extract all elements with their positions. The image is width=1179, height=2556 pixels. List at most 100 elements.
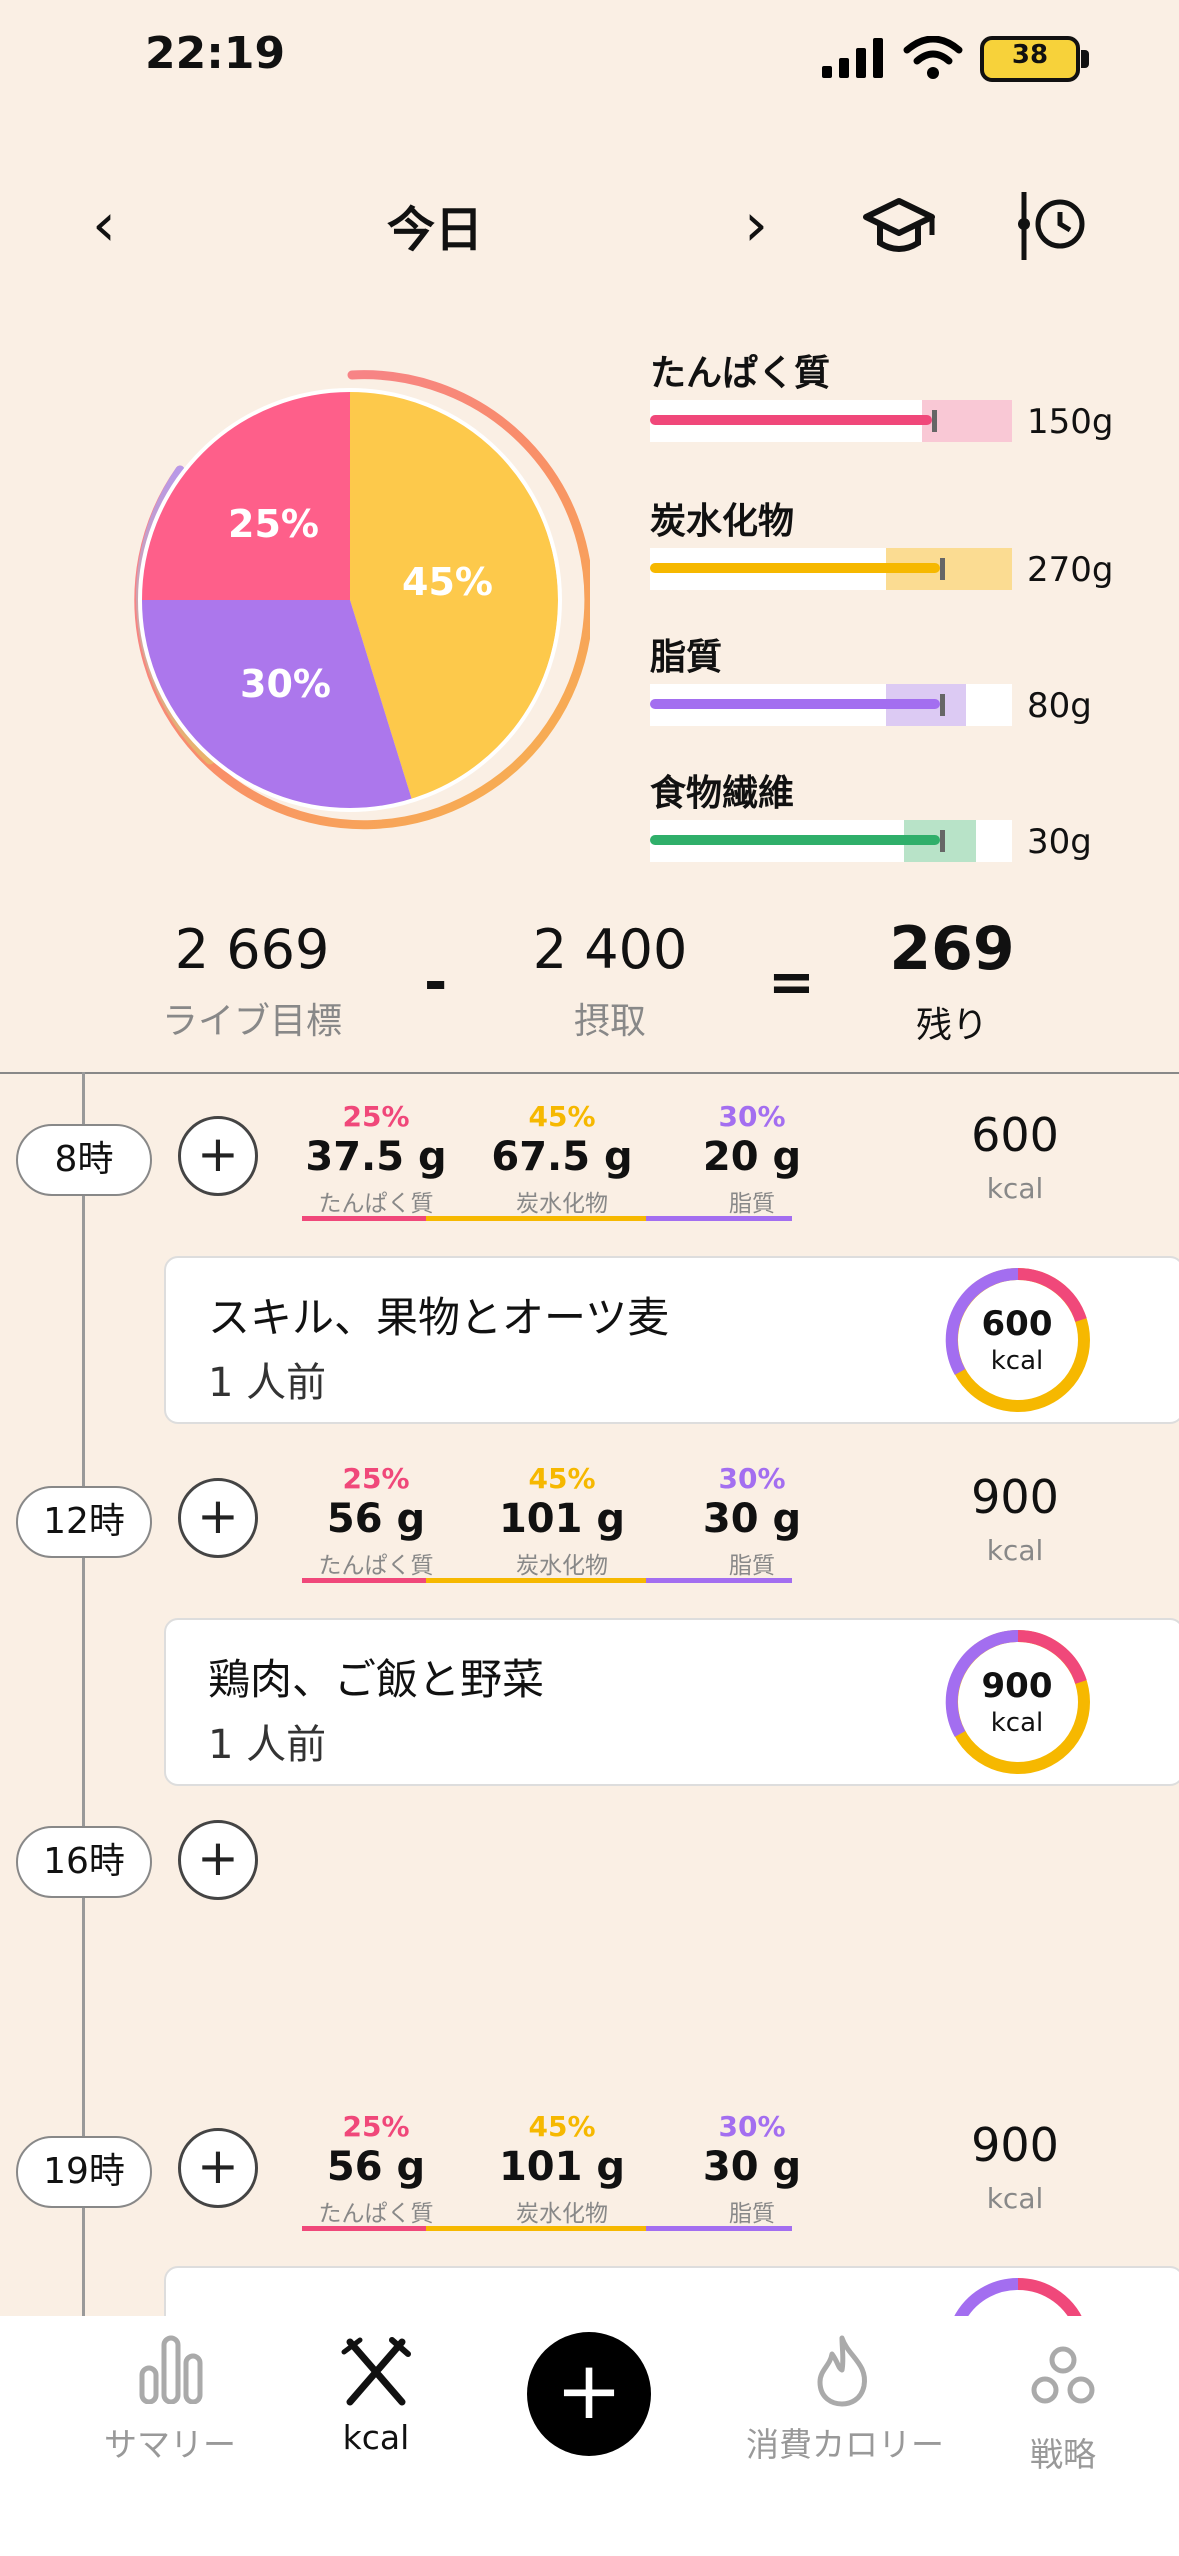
- goal-value: 2 669: [174, 918, 330, 981]
- pie-label-fat: 30%: [240, 662, 331, 706]
- fat-label: 脂質: [729, 2201, 775, 2227]
- battery-icon: 38: [980, 36, 1090, 84]
- pie-slice-protein: [140, 390, 350, 600]
- fat-pct: 30%: [718, 2110, 786, 2143]
- protein-grams: 56 g: [326, 1496, 426, 1542]
- meal-kcal: 900: [971, 2118, 1059, 2172]
- macro-bar-fiber: [650, 820, 1012, 862]
- carbs-grams: 101 g: [498, 1496, 626, 1542]
- protein-pct: 25%: [342, 1100, 410, 1133]
- fat-underline: [646, 1216, 792, 1221]
- timeline-line: [82, 1072, 85, 2322]
- remaining-label: 残り: [915, 1005, 988, 1046]
- graduation-cap-icon[interactable]: [862, 195, 936, 259]
- ring-kcal: 600: [981, 1304, 1053, 1344]
- ring-kcal-unit: kcal: [990, 1346, 1044, 1376]
- macro-bar-carbs: [650, 548, 1012, 590]
- equals-sign: =: [768, 950, 815, 1015]
- protein-underline: [302, 1216, 426, 1221]
- protein-pct: 25%: [342, 2110, 410, 2143]
- carbs-grams: 67.5 g: [491, 1134, 633, 1180]
- macro-value-protein: 150g: [1027, 402, 1114, 442]
- hour-pill-19: 19時: [16, 2136, 152, 2208]
- hour-pill-16: 16時: [16, 1826, 152, 1898]
- pie-label-carbs: 45%: [402, 560, 493, 604]
- protein-pct: 25%: [342, 1462, 410, 1495]
- carbs-pct: 45%: [528, 1462, 596, 1495]
- protein-label: たんぱく質: [318, 2201, 434, 2227]
- macro-pie-chart: [134, 370, 590, 830]
- add-meal-button-16[interactable]: +: [178, 1820, 258, 1900]
- chevron-right-icon[interactable]: ›: [744, 190, 768, 260]
- fork-knife-icon[interactable]: [340, 2336, 412, 2408]
- carbs-grams: 101 g: [498, 2144, 626, 2190]
- meal-kcal-unit: kcal: [986, 1172, 1044, 1205]
- nav-kcal-label[interactable]: kcal: [316, 2418, 436, 2457]
- signal-icon: [822, 38, 883, 78]
- divider: [0, 1072, 1179, 1074]
- fat-pct: 30%: [718, 1100, 786, 1133]
- intake-value: 2 400: [532, 918, 688, 981]
- protein-label: たんぱく質: [318, 1191, 434, 1217]
- goal-label: ライブ目標: [161, 1001, 342, 1042]
- meal-kcal-unit: kcal: [986, 2182, 1044, 2215]
- fat-pct: 30%: [718, 1462, 786, 1495]
- fat-label: 脂質: [729, 1191, 775, 1217]
- bar-chart-icon[interactable]: [138, 2334, 204, 2404]
- timeline-clock-icon[interactable]: [1014, 190, 1088, 262]
- add-meal-button-12[interactable]: +: [178, 1478, 258, 1558]
- protein-label: たんぱく質: [318, 1553, 434, 1579]
- meal-kcal-unit: kcal: [986, 1534, 1044, 1567]
- carbs-underline: [426, 1216, 646, 1221]
- macro-bar-fat: [650, 684, 1012, 726]
- macro-bar-protein: [650, 400, 1012, 442]
- macro-value-fiber: 30g: [1027, 822, 1092, 862]
- protein-grams: 37.5 g: [305, 1134, 447, 1180]
- meal-item-servings: 1 人前: [208, 1360, 327, 1406]
- carbs-underline: [426, 2226, 646, 2231]
- macro-value-carbs: 270g: [1027, 550, 1114, 590]
- macro-value-fat: 80g: [1027, 686, 1092, 726]
- fat-underline: [646, 1578, 792, 1583]
- macro-label-fat: 脂質: [650, 637, 723, 678]
- carbs-label: 炭水化物: [516, 2201, 608, 2227]
- meal-item-title: スキル、果物とオーツ麦: [208, 1293, 670, 1342]
- nav-summary-label[interactable]: サマリー: [80, 2418, 260, 2466]
- fat-grams: 30 g: [702, 2144, 802, 2190]
- intake-label: 摂取: [573, 1001, 646, 1042]
- minus-sign: -: [424, 950, 448, 1015]
- fat-grams: 20 g: [702, 1134, 802, 1180]
- carbs-pct: 45%: [528, 1100, 596, 1133]
- hour-pill-8: 8時: [16, 1124, 152, 1196]
- circles-icon[interactable]: [1030, 2346, 1096, 2406]
- battery-level: 38: [1011, 40, 1049, 70]
- meal-item-servings: 1 人前: [208, 1722, 327, 1768]
- add-meal-button-8[interactable]: +: [178, 1116, 258, 1196]
- meal-item-title: 鶏肉、ご飯と野菜: [208, 1655, 545, 1704]
- nav-strategy-label[interactable]: 戦略: [1000, 2428, 1126, 2476]
- macro-label-carbs: 炭水化物: [650, 501, 795, 542]
- hour-pill-12: 12時: [16, 1486, 152, 1558]
- status-time: 22:19: [145, 28, 286, 79]
- carbs-pct: 45%: [528, 2110, 596, 2143]
- nav-burned-label[interactable]: 消費カロリー: [720, 2418, 970, 2466]
- carbs-label: 炭水化物: [516, 1191, 608, 1217]
- carbs-label: 炭水化物: [516, 1553, 608, 1579]
- fat-underline: [646, 2226, 792, 2231]
- page-title: 今日: [386, 202, 483, 258]
- pie-label-protein: 25%: [228, 502, 319, 546]
- flame-icon[interactable]: [812, 2334, 872, 2408]
- remaining-value: 269: [889, 914, 1015, 984]
- fat-label: 脂質: [729, 1553, 775, 1579]
- fat-grams: 30 g: [702, 1496, 802, 1542]
- protein-underline: [302, 2226, 426, 2231]
- meal-kcal: 600: [971, 1108, 1059, 1162]
- protein-grams: 56 g: [326, 2144, 426, 2190]
- ring-kcal-unit: kcal: [990, 1708, 1044, 1738]
- macro-label-fiber: 食物繊維: [650, 773, 795, 814]
- macro-label-protein: たんぱく質: [650, 353, 831, 394]
- add-button[interactable]: +: [527, 2332, 651, 2456]
- ring-kcal: 900: [981, 1666, 1053, 1706]
- carbs-underline: [426, 1578, 646, 1583]
- add-meal-button-19[interactable]: +: [178, 2128, 258, 2208]
